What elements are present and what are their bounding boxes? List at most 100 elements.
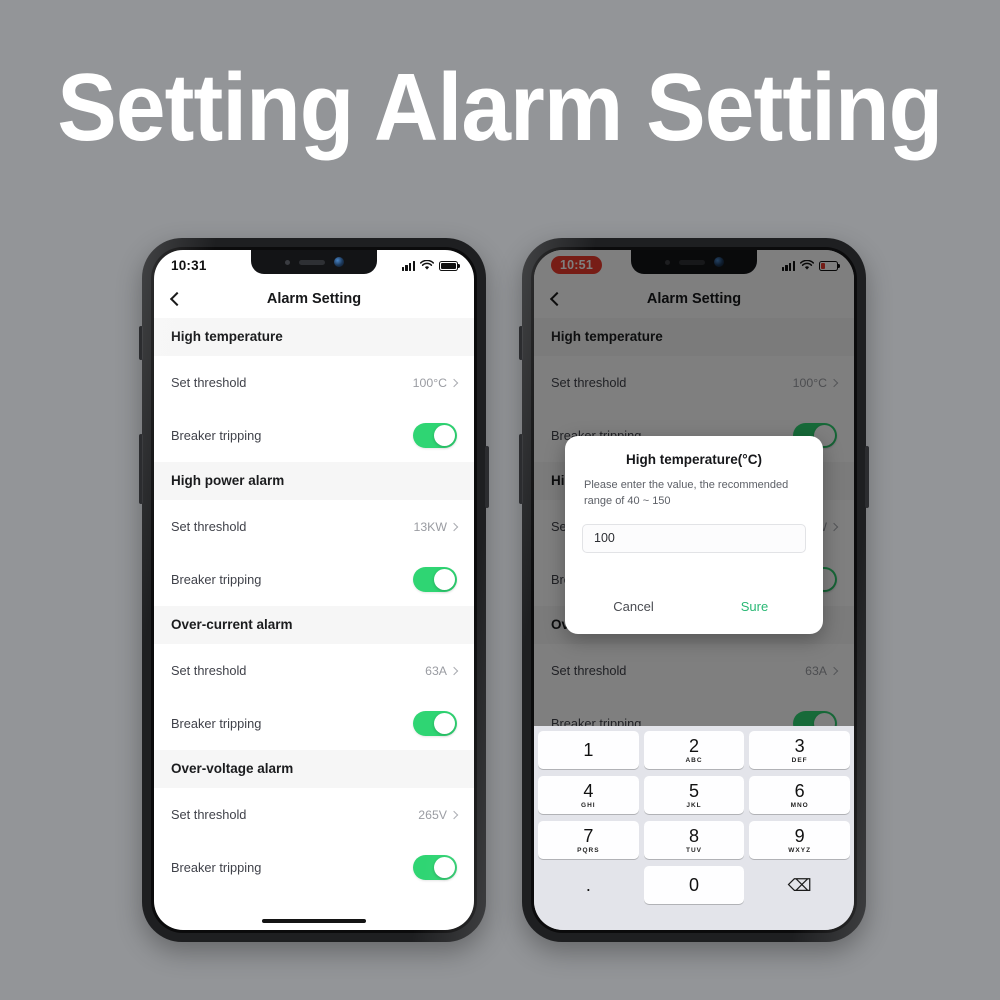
row-control (413, 711, 457, 736)
row-label: Set threshold (171, 807, 247, 822)
keypad-key-letters: DEF (791, 756, 808, 764)
dialog-title: High temperature(°C) (626, 452, 762, 467)
row-control: 13KW (413, 519, 459, 534)
keypad-key-decimal[interactable]: . (538, 866, 639, 904)
chevron-right-icon (449, 378, 459, 387)
set-threshold-row[interactable]: Set threshold 63A (154, 644, 474, 697)
dialog-actions: Cancel Sure (565, 593, 823, 634)
volume-down-button[interactable] (139, 434, 143, 504)
row-label: Breaker tripping (171, 572, 262, 587)
keypad-key-3[interactable]: 3 DEF (749, 731, 850, 769)
keypad-key-letters: JKL (686, 801, 702, 809)
toggle-knob (434, 713, 455, 734)
keypad-key-2[interactable]: 2 ABC (643, 731, 745, 769)
keypad-key-number: 1 (583, 740, 594, 760)
nav-bar: Alarm Setting (154, 280, 474, 318)
confirm-button[interactable]: Sure (694, 593, 815, 620)
row-control: 100°C (412, 375, 459, 390)
threshold-value: 13KW (413, 519, 448, 534)
keypad-key-number: 8 (688, 825, 699, 846)
keypad-key-letters: ABC (685, 756, 703, 764)
volume-down-button[interactable] (519, 434, 523, 504)
breaker-tripping-row[interactable]: Breaker tripping (154, 553, 474, 606)
notch (251, 250, 377, 274)
keypad-key-9[interactable]: 9 WXYZ (749, 821, 850, 859)
breaker-tripping-toggle[interactable] (413, 423, 457, 448)
power-button[interactable] (485, 446, 489, 508)
keypad-key-4[interactable]: 4 GHI (538, 776, 639, 814)
alarm-settings-list: High temperature Set threshold 100°C Breake… (154, 318, 474, 894)
set-threshold-row[interactable]: Set threshold 13KW (154, 500, 474, 553)
keypad-key-7[interactable]: 7 PQRS (538, 821, 639, 859)
section-header: Over-voltage alarm (154, 750, 474, 788)
phone-right: 10:51 Alarm Setting High temp (519, 238, 869, 942)
power-button[interactable] (865, 446, 869, 508)
set-threshold-row[interactable]: Set threshold 265V (154, 788, 474, 841)
numeric-keypad: 1 2 ABC 3 DEF 4 GHI 5 JKL 6 MNO 7 PQRS 8 TUV 9 WXYZ. 0 ⌫ (534, 726, 854, 930)
keypad-key-1[interactable]: 1 (538, 731, 639, 769)
keypad-backspace-key[interactable]: ⌫ (749, 866, 850, 904)
keypad-key-number: 3 (794, 735, 805, 756)
phone-left-screen: 10:31 Alarm Setting High temperature Set … (154, 250, 474, 930)
cancel-button[interactable]: Cancel (573, 593, 694, 620)
breaker-tripping-row[interactable]: Breaker tripping (154, 841, 474, 894)
row-label: Set threshold (171, 519, 247, 534)
toggle-knob (434, 857, 455, 878)
section-header: High temperature (154, 318, 474, 356)
earpiece-speaker-icon (298, 259, 325, 265)
keypad-key-0[interactable]: 0 (643, 866, 745, 904)
keypad-key-number: 5 (688, 780, 699, 801)
chevron-right-icon (449, 666, 459, 675)
nav-title: Alarm Setting (266, 291, 362, 307)
front-camera-icon (333, 257, 344, 267)
row-label: Set threshold (171, 663, 247, 678)
signal-bars-icon (401, 260, 415, 271)
volume-up-button[interactable] (519, 326, 523, 360)
breaker-tripping-row[interactable]: Breaker tripping (154, 697, 474, 750)
battery-icon (439, 260, 461, 271)
sensor-dot-icon (284, 259, 290, 265)
status-clock: 10:31 (171, 257, 207, 273)
toggle-knob (434, 425, 455, 446)
row-label: Set threshold (171, 375, 247, 390)
volume-up-button[interactable] (139, 326, 143, 360)
threshold-dialog: High temperature(°C) Please enter the va… (565, 436, 823, 634)
row-control: 63A (425, 663, 459, 678)
wifi-icon (420, 259, 434, 270)
row-control (413, 423, 457, 448)
keypad-key-number: 9 (794, 825, 805, 846)
section-header: High power alarm (154, 462, 474, 500)
keypad-key-letters: MNO (790, 801, 809, 809)
home-indicator[interactable] (262, 919, 366, 923)
threshold-value: 63A (425, 663, 447, 678)
row-label: Breaker tripping (171, 428, 262, 443)
keypad-key-letters: PQRS (577, 846, 600, 854)
keypad-key-6[interactable]: 6 MNO (749, 776, 850, 814)
banner: Setting Alarm Setting (0, 0, 1000, 215)
breaker-tripping-toggle[interactable] (413, 855, 457, 880)
phone-right-screen: 10:51 Alarm Setting High temp (534, 250, 854, 930)
threshold-value: 100°C (412, 375, 447, 390)
breaker-tripping-row[interactable]: Breaker tripping (154, 409, 474, 462)
keypad-key-number: 0 (688, 875, 699, 895)
chevron-right-icon (449, 810, 459, 819)
keypad-key-number: 7 (583, 825, 594, 846)
row-label: Breaker tripping (171, 860, 262, 875)
phone-left-bezel: 10:31 Alarm Setting High temperature Set … (151, 247, 477, 933)
threshold-value: 265V (418, 807, 447, 822)
chevron-right-icon (449, 522, 459, 531)
row-control (413, 855, 457, 880)
keypad-key-5[interactable]: 5 JKL (643, 776, 745, 814)
breaker-tripping-toggle[interactable] (413, 567, 457, 592)
keypad-key-letters: TUV (685, 846, 702, 854)
threshold-input[interactable]: 100 (582, 523, 806, 553)
keypad-key-number: 6 (794, 780, 805, 801)
status-icons (401, 259, 461, 271)
keypad-key-8[interactable]: 8 TUV (643, 821, 745, 859)
row-control (413, 567, 457, 592)
breaker-tripping-toggle[interactable] (413, 711, 457, 736)
row-control: 265V (418, 807, 459, 822)
set-threshold-row[interactable]: Set threshold 100°C (154, 356, 474, 409)
keypad-key-letters: WXYZ (788, 846, 812, 854)
phone-right-bezel: 10:51 Alarm Setting High temp (531, 247, 857, 933)
